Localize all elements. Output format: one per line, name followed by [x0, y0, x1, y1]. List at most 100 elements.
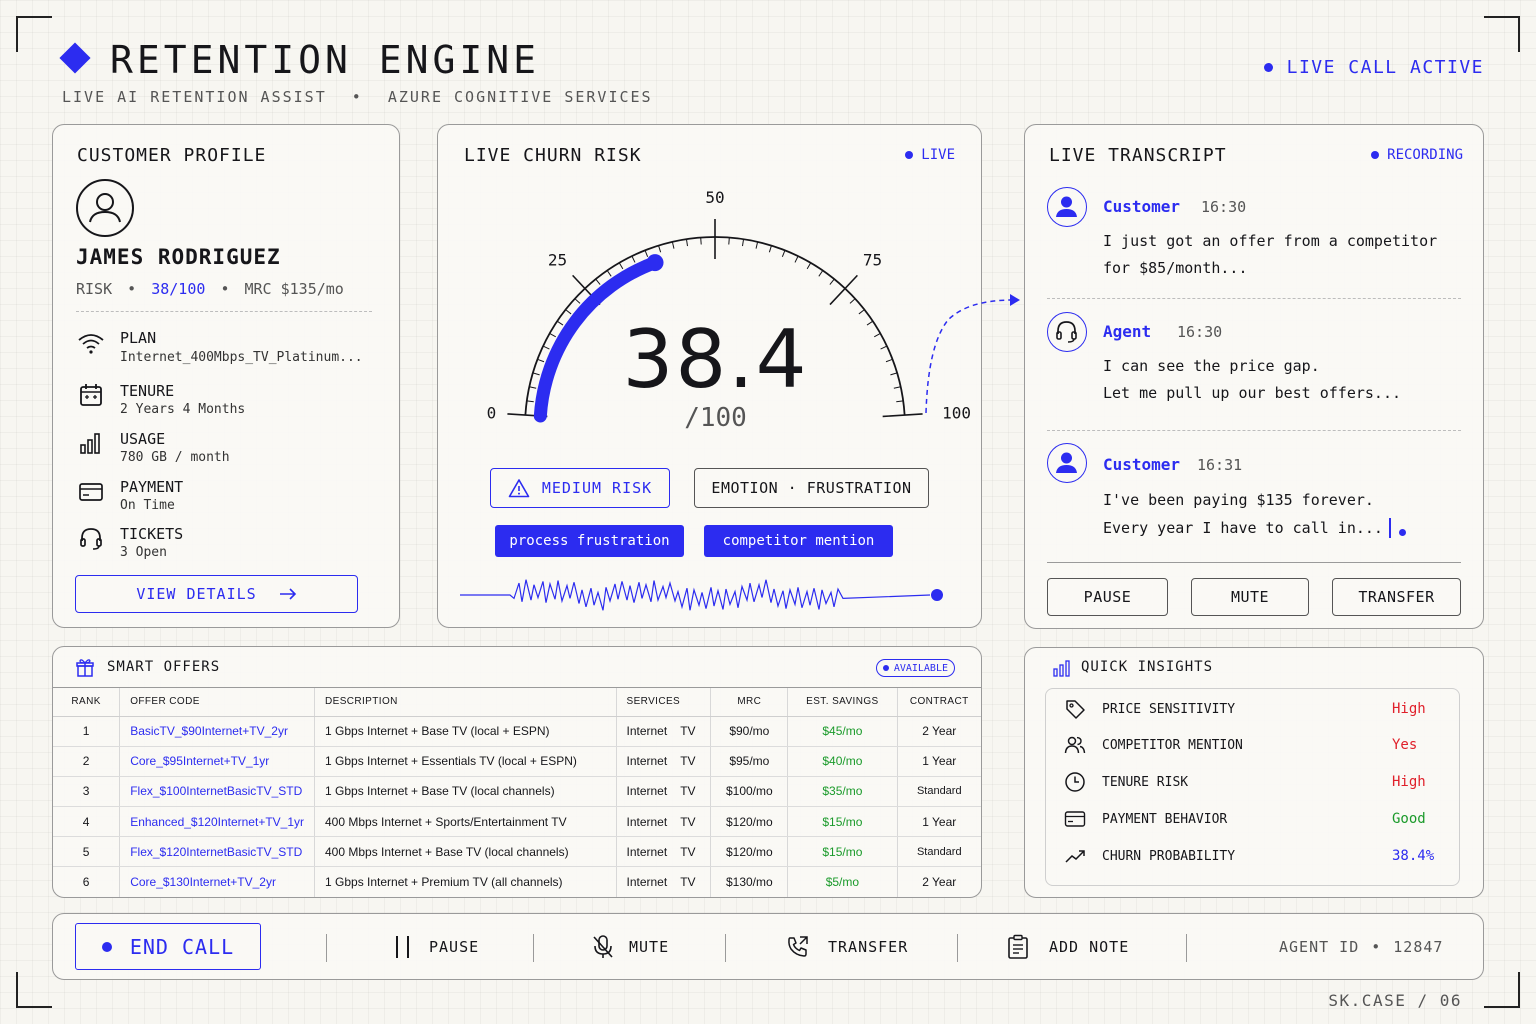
transcript-transfer-button[interactable]: TRANSFER [1332, 578, 1461, 616]
table-row[interactable]: 4 Enhanced_$120Internet+TV_1yr 400 Mbps In… [53, 806, 981, 838]
offer-contract: 1 Year [897, 746, 981, 777]
add-note-label: ADD NOTE [1049, 938, 1130, 956]
insight-value: 38.4% [1392, 848, 1435, 864]
transcript-divider [1047, 562, 1461, 563]
offer-code[interactable]: Flex_$100InternetBasicTV_STD [119, 776, 315, 808]
agent-headset-avatar-icon [1047, 312, 1087, 352]
subtitle-left: LIVE AI RETENTION ASSIST [62, 88, 327, 106]
pause-call-button[interactable]: PAUSE [396, 914, 479, 980]
profile-item-tickets: TICKETS 3 Open [77, 525, 377, 565]
mrc-value: MRC $135/mo [244, 280, 344, 298]
gauge-minor-tick [644, 250, 649, 258]
typing-dot-icon [1398, 528, 1406, 536]
offer-savings: $40/mo [787, 746, 898, 777]
calendar-icon [80, 384, 102, 406]
tickets-label: TICKETS [120, 525, 184, 543]
offer-savings: $5/mo [787, 866, 898, 897]
offer-savings: $15/mo [787, 806, 898, 838]
message-line-2-typing: Every year I have to call in... [1103, 518, 1406, 538]
separator [533, 934, 534, 962]
customer-avatar-icon [1047, 443, 1087, 483]
churn-live-text: LIVE [921, 147, 955, 163]
service-tv: TV [680, 724, 696, 739]
insight-value: High [1392, 701, 1426, 717]
transcript-pause-button[interactable]: PAUSE [1047, 578, 1168, 616]
service-internet: Internet [626, 784, 668, 799]
offer-mrc: $90/mo [710, 716, 789, 747]
insight-label: CHURN PROBABILITY [1102, 848, 1236, 864]
smart-offers-panel: SMART OFFERS AVAILABLE RANK OFFER CODE D… [52, 646, 982, 898]
voice-waveform [460, 579, 943, 611]
offer-description: 1 Gbps Internet + Essentials TV (local +… [314, 746, 617, 777]
table-row[interactable]: 1 BasicTV_$90Internet+TV_2yr 1 Gbps Intern… [53, 716, 981, 747]
message-speaker: Customer [1103, 197, 1181, 216]
tag-icon [1066, 700, 1085, 719]
clock-icon [1065, 772, 1085, 792]
insight-churn-probability: CHURN PROBABILITY 38.4% [1046, 838, 1459, 874]
clipboard-note-icon [1008, 934, 1028, 959]
available-dot-icon [882, 665, 889, 671]
trend-icon [1065, 850, 1085, 863]
medium-risk-label: MEDIUM RISK [541, 479, 653, 497]
offer-rank: 3 [53, 776, 121, 808]
page-subtitle: LIVE AI RETENTION ASSIST • AZURE COGNITI… [62, 88, 653, 106]
message-line-1: I've been paying $135 forever. [1103, 491, 1374, 509]
gauge-minor-tick [595, 278, 601, 285]
message-line-2: Every year I have to call in... [1103, 519, 1383, 537]
smart-offers-title: SMART OFFERS [107, 659, 221, 675]
end-call-label: END CALL [129, 934, 235, 959]
add-note-button[interactable]: ADD NOTE [1007, 914, 1129, 980]
table-row[interactable]: 3 Flex_$100InternetBasicTV_STD 1 Gbps Inte… [53, 776, 981, 808]
customer-risk-line: RISK • 38/100 • MRC $135/mo [76, 280, 344, 298]
gauge-minor-tick [755, 241, 759, 249]
message-time: 16:30 [1177, 323, 1223, 341]
offer-mrc: $120/mo [710, 806, 789, 838]
offer-description: 1 Gbps Internet + Base TV (local + ESPN) [314, 716, 617, 747]
transcript-title: LIVE TRANSCRIPT [1049, 145, 1227, 166]
gauge-minor-tick [631, 255, 636, 263]
offer-code[interactable]: Flex_$120InternetBasicTV_STD [119, 836, 315, 868]
message-time: 16:30 [1201, 198, 1247, 216]
view-details-label: VIEW DETAILS [136, 585, 257, 603]
live-status-dot-icon [1263, 63, 1273, 72]
offer-services: Internet TV [616, 746, 712, 777]
offer-services: Internet TV [616, 866, 712, 897]
recording-text: RECORDING [1387, 147, 1463, 163]
tag-competitor-mention[interactable]: competitor mention [704, 525, 893, 557]
credit-card-icon [1064, 811, 1086, 827]
offer-code[interactable]: BasicTV_$90Internet+TV_2yr [119, 716, 315, 747]
table-row[interactable]: 6 Core_$130Internet+TV_2yr 1 Gbps Internet… [53, 866, 981, 897]
churn-score-max: /100 [684, 403, 747, 433]
gauge-minor-tick [741, 239, 745, 247]
message-line-1: I just got an offer from a competitor [1103, 232, 1438, 250]
tag-process-frustration[interactable]: process frustration [495, 525, 684, 557]
transfer-call-button[interactable]: TRANSFER [786, 914, 908, 980]
offer-code[interactable]: Enhanced_$120Internet+TV_1yr [119, 806, 315, 838]
table-row[interactable]: 2 Core_$95Internet+TV_1yr 1 Gbps Internet … [53, 746, 981, 777]
offer-rank: 5 [53, 836, 121, 868]
transcript-mute-button[interactable]: MUTE [1191, 578, 1309, 616]
gauge-minor-tick [574, 298, 581, 304]
risk-separator: • [127, 280, 137, 298]
offer-code[interactable]: Core_$95Internet+TV_1yr [119, 746, 315, 777]
gauge-minor-tick [806, 262, 812, 270]
mute-call-button[interactable]: MUTE [591, 914, 669, 980]
bar-chart-icon [80, 433, 100, 454]
transfer-call-label: TRANSFER [828, 938, 909, 956]
corner-bracket-bottom-left [16, 972, 52, 1008]
churn-live-dot-icon [905, 151, 914, 159]
risk-score-value: 38/100 [151, 280, 206, 298]
insight-price-sensitivity: PRICE SENSITIVITY High [1046, 691, 1459, 727]
offer-mrc: $100/mo [710, 776, 789, 808]
offer-rank: 2 [53, 746, 121, 777]
view-details-button[interactable]: VIEW DETAILS [75, 575, 358, 613]
insight-label: PAYMENT BEHAVIOR [1102, 811, 1228, 827]
profile-item-payment: PAYMENT On Time [77, 478, 377, 518]
end-call-button[interactable]: END CALL [75, 923, 261, 970]
risk-label: RISK [76, 280, 113, 298]
table-row[interactable]: 5 Flex_$120InternetBasicTV_STD 400 Mbps In… [53, 836, 981, 868]
offer-code[interactable]: Core_$130Internet+TV_2yr [119, 866, 315, 897]
message-divider [1047, 430, 1461, 431]
usage-value: 780 GB / month [120, 450, 230, 465]
users-icon [1064, 736, 1086, 754]
